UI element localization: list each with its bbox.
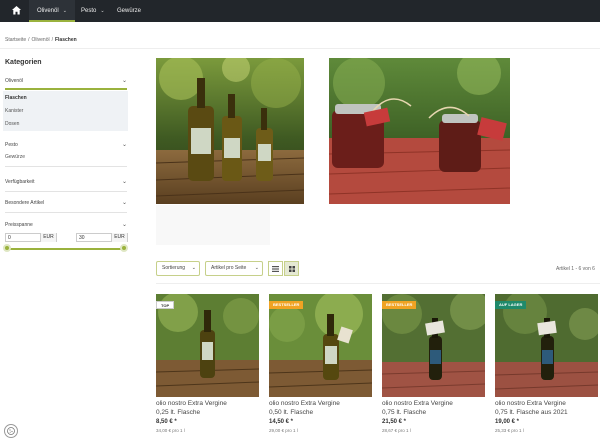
list-view-icon [272, 266, 279, 272]
chevron-down-icon: ⌄ [121, 78, 127, 84]
top-navigation: Olivenöl ⌄ Pesto ⌄ Gewürze [0, 0, 600, 22]
filter-preisspanne[interactable]: Preisspanne ⌄ [5, 222, 127, 228]
cookie-settings-button[interactable] [4, 424, 18, 438]
product-size: 0,75 lt. Flasche aus 2021 [495, 409, 568, 416]
product-price: 21,50 € * [382, 419, 407, 425]
filter-olivenoel[interactable]: Olivenöl ⌄ [5, 78, 127, 84]
banner-blank-area [156, 205, 270, 245]
price-slider-max-handle[interactable] [120, 244, 128, 252]
per-page-dropdown[interactable]: Artikel pro Seite ⌄ [205, 261, 263, 276]
nav-item-olivenoel[interactable]: Olivenöl ⌄ [29, 0, 75, 22]
filter-pesto[interactable]: Pesto ⌄ [5, 142, 127, 148]
chevron-down-icon: ⌄ [121, 200, 127, 206]
grid-view-icon [288, 266, 295, 272]
product-price: 19,00 € * [495, 419, 520, 425]
product-name[interactable]: olio nostro Extra Vergine [269, 400, 340, 407]
price-max-field[interactable]: 30 EUR [76, 233, 128, 242]
divider [5, 212, 127, 213]
nav-item-label: Pesto [81, 8, 97, 14]
product-name[interactable]: olio nostro Extra Vergine [495, 400, 566, 407]
banner-image-pesto[interactable] [329, 58, 510, 204]
breadcrumb-item-startseite[interactable]: Startseite [5, 37, 26, 43]
price-max-unit: EUR [111, 233, 127, 242]
sort-label: Sortierung [162, 265, 186, 271]
chevron-down-icon: ⌄ [121, 179, 127, 185]
price-min-unit: EUR [40, 233, 56, 242]
chevron-down-icon: ⌄ [62, 8, 67, 14]
divider [156, 283, 600, 284]
product-unit-price: 29,00 € pro 1 l [269, 428, 298, 433]
filter-label: Olivenöl [5, 78, 24, 84]
subcategory-gewuerze[interactable]: Gewürze [5, 154, 25, 160]
filter-label: Besondere Artikel [5, 200, 45, 206]
product-image[interactable]: Bestseller [269, 294, 372, 397]
subcategory-flaschen[interactable]: Flaschen [5, 95, 27, 101]
sidebar-title: Kategorien [5, 59, 42, 66]
nav-item-pesto[interactable]: Pesto ⌄ [81, 0, 111, 22]
product-image[interactable]: Auf Lager [495, 294, 598, 397]
result-count: Artikel 1 - 6 von 6 [556, 266, 595, 272]
product-unit-price: 34,00 € pro 1 l [156, 428, 185, 433]
grid-view-button[interactable] [284, 261, 299, 276]
product-size: 0,25 lt. Flasche [156, 409, 201, 416]
product-price: 8,50 € * [156, 419, 177, 425]
chevron-down-icon: ⌄ [121, 142, 127, 148]
price-min-value: 0 [8, 235, 11, 241]
filter-verfuegbarkeit[interactable]: Verfügbarkeit ⌄ [5, 179, 127, 185]
product-badge-bestseller: Bestseller [382, 301, 417, 309]
filter-label: Preisspanne [5, 222, 33, 228]
nav-item-gewuerze[interactable]: Gewürze [117, 0, 147, 22]
product-image[interactable]: Bestseller [382, 294, 485, 397]
filter-label: Verfügbarkeit [5, 179, 35, 185]
product-badge-auf-lager: Auf Lager [495, 301, 527, 309]
chevron-down-icon: ⌄ [191, 265, 196, 271]
price-slider-min-handle[interactable] [3, 244, 11, 252]
chevron-down-icon: ⌄ [100, 8, 105, 14]
subcategory-list: Flaschen Kanister Dosen [3, 91, 128, 131]
product-badge-top: Top [156, 301, 175, 309]
price-max-value: 30 [79, 235, 85, 241]
product-unit-price: 28,67 € pro 1 l [382, 428, 411, 433]
filter-label: Pesto [5, 142, 18, 148]
product-name[interactable]: olio nostro Extra Vergine [156, 400, 227, 407]
list-view-button[interactable] [268, 261, 283, 276]
banner-image-bottles[interactable] [156, 58, 304, 204]
product-card[interactable]: Bestseller olio nostro Extra Vergine 0,5… [269, 294, 372, 433]
product-size: 0,75 lt. Flasche [382, 409, 427, 416]
product-image[interactable]: Top [156, 294, 259, 397]
home-icon[interactable] [11, 5, 22, 16]
product-unit-price: 25,33 € pro 1 l [495, 428, 524, 433]
sort-dropdown[interactable]: Sortierung ⌄ [156, 261, 200, 276]
product-price: 14,50 € * [269, 419, 294, 425]
breadcrumb-current: Flaschen [54, 37, 77, 43]
product-card[interactable]: Auf Lager olio nostro Extra Vergine 0,75… [495, 294, 598, 433]
product-badge-bestseller: Bestseller [269, 301, 304, 309]
filter-besondere-artikel[interactable]: Besondere Artikel ⌄ [5, 200, 127, 206]
divider [5, 166, 127, 167]
price-min-field[interactable]: 0 EUR [5, 233, 57, 242]
subcategory-kanister[interactable]: Kanister [5, 108, 23, 114]
per-page-label: Artikel pro Seite [211, 265, 247, 271]
product-card[interactable]: Top olio nostro Extra Vergine 0,25 lt. F… [156, 294, 259, 433]
breadcrumb-item-olivenoel[interactable]: Olivenöl [32, 37, 50, 43]
breadcrumb: Startseite / Olivenöl / Flaschen [5, 37, 77, 43]
product-name[interactable]: olio nostro Extra Vergine [382, 400, 453, 407]
divider [5, 191, 127, 192]
nav-item-label: Olivenöl [37, 8, 59, 14]
cookie-settings-icon [7, 427, 15, 435]
nav-item-label: Gewürze [117, 8, 142, 14]
chevron-down-icon: ⌄ [254, 265, 259, 271]
divider [0, 48, 600, 49]
active-category-rule [5, 88, 127, 90]
product-card[interactable]: Bestseller olio nostro Extra Vergine 0,7… [382, 294, 485, 433]
price-slider-track[interactable] [7, 248, 124, 250]
subcategory-dosen[interactable]: Dosen [5, 121, 19, 127]
product-size: 0,50 lt. Flasche [269, 409, 314, 416]
chevron-down-icon: ⌄ [121, 222, 127, 228]
